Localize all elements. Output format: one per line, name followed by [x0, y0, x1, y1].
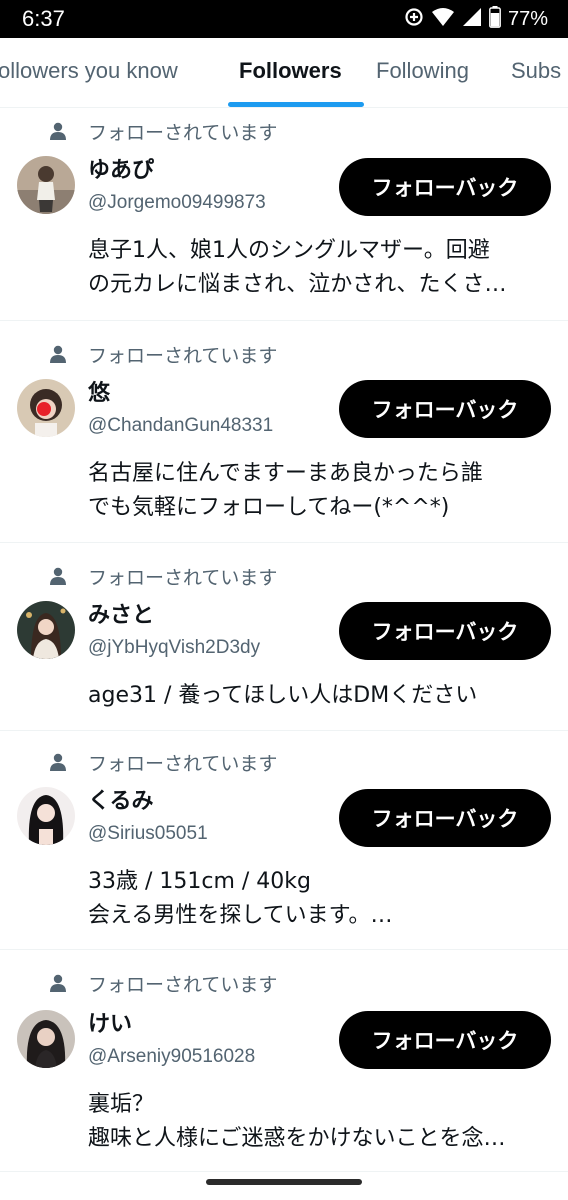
- bio-line: 名古屋に住んでますーまあ良かったら誰: [88, 461, 483, 486]
- username[interactable]: @Arseniy90516028: [88, 1046, 255, 1068]
- display-name[interactable]: けい: [88, 1006, 132, 1038]
- battery-icon: [489, 6, 501, 32]
- follow-back-button[interactable]: フォローバック: [339, 158, 551, 216]
- person-icon: [50, 753, 66, 771]
- follows-you-context: フォローされています: [48, 118, 277, 144]
- bio-line: 裏垢？: [88, 1092, 155, 1117]
- list-item[interactable]: フォローされています けい @Arseniy90516028 フォローバック 裏…: [0, 950, 568, 1172]
- tab-followers-you-know[interactable]: ollowers you know: [0, 58, 178, 84]
- tab-subscriptions[interactable]: Subs: [511, 58, 561, 84]
- bio-line: 33歳 / 151cm / 40kg: [88, 869, 312, 894]
- data-saver-icon: [404, 7, 424, 31]
- bio: 息子1人、娘1人のシングルマザー。回避 の元カレに悩まされ、泣かされ、たくさ…: [88, 234, 552, 302]
- person-icon: [50, 345, 66, 363]
- username[interactable]: @Sirius05051: [88, 823, 208, 845]
- avatar[interactable]: [17, 156, 75, 214]
- bio: 33歳 / 151cm / 40kg 会える男性を探しています。…: [88, 865, 552, 933]
- tab-followers[interactable]: Followers: [239, 58, 342, 84]
- username[interactable]: @ChandanGun48331: [88, 415, 273, 437]
- person-icon: [50, 974, 66, 992]
- follows-you-text: フォローされています: [88, 121, 278, 144]
- bio-line: 息子1人、娘1人のシングルマザー。回避: [88, 238, 490, 263]
- follows-you-text: フォローされています: [88, 344, 278, 367]
- list-item[interactable]: フォローされています くるみ @Sirius05051 フォローバック 33歳 …: [0, 731, 568, 950]
- display-name[interactable]: ゆあぴ: [88, 152, 154, 184]
- bio: 名古屋に住んでますーまあ良かったら誰 でも気軽にフォローしてねー(*^^*): [88, 457, 552, 525]
- avatar[interactable]: [17, 1010, 75, 1068]
- bio-line: 趣味と人様にご迷惑をかけないことを念…: [88, 1126, 506, 1151]
- bio: 裏垢？ 趣味と人様にご迷惑をかけないことを念…: [88, 1088, 552, 1156]
- follows-you-context: フォローされています: [48, 563, 277, 589]
- tab-following[interactable]: Following: [376, 58, 469, 84]
- home-indicator[interactable]: [206, 1179, 362, 1185]
- display-name[interactable]: 悠: [88, 375, 110, 407]
- bio-line: 会える男性を探しています。…: [88, 903, 393, 928]
- battery-percent: 77%: [507, 7, 548, 30]
- list-item[interactable]: フォローされています みさと @jYbHyqVish2D3dy フォローバック …: [0, 543, 568, 731]
- signal-icon: [462, 7, 482, 31]
- wifi-icon: [431, 7, 455, 31]
- follows-you-context: フォローされています: [48, 749, 277, 775]
- follow-back-button[interactable]: フォローバック: [339, 789, 551, 847]
- tab-bar: ollowers you know Followers Following Su…: [0, 38, 568, 108]
- avatar[interactable]: [17, 787, 75, 845]
- list-item[interactable]: フォローされています 悠 @ChandanGun48331 フォローバック 名古…: [0, 321, 568, 543]
- status-icons: 77%: [404, 6, 548, 32]
- person-icon: [50, 122, 66, 140]
- active-tab-indicator: [228, 102, 364, 107]
- follow-back-button[interactable]: フォローバック: [339, 1011, 551, 1069]
- avatar[interactable]: [17, 601, 75, 659]
- display-name[interactable]: くるみ: [88, 783, 154, 815]
- bio-line: でも気軽にフォローしてねー(*^^*): [88, 495, 450, 520]
- status-time: 6:37: [22, 6, 65, 31]
- follows-you-text: フォローされています: [88, 752, 278, 775]
- follows-you-text: フォローされています: [88, 566, 278, 589]
- follows-you-text: フォローされています: [88, 973, 278, 996]
- list-item[interactable]: フォローされています ゆあぴ @Jorgemo09499873 フォローバック …: [0, 108, 568, 321]
- bio: age31 / 養ってほしい人はDMください: [88, 679, 552, 713]
- avatar[interactable]: [17, 379, 75, 437]
- bio-line: の元カレに悩まされ、泣かされ、たくさ…: [88, 272, 507, 297]
- person-icon: [50, 567, 66, 585]
- follows-you-context: フォローされています: [48, 970, 277, 996]
- follow-back-button[interactable]: フォローバック: [339, 602, 551, 660]
- bio-line: age31 / 養ってほしい人はDMください: [88, 683, 478, 708]
- follows-you-context: フォローされています: [48, 341, 277, 367]
- username[interactable]: @Jorgemo09499873: [88, 192, 266, 214]
- follow-back-button[interactable]: フォローバック: [339, 380, 551, 438]
- username[interactable]: @jYbHyqVish2D3dy: [88, 637, 260, 659]
- status-bar: 6:37 77%: [0, 0, 568, 38]
- display-name[interactable]: みさと: [88, 597, 154, 629]
